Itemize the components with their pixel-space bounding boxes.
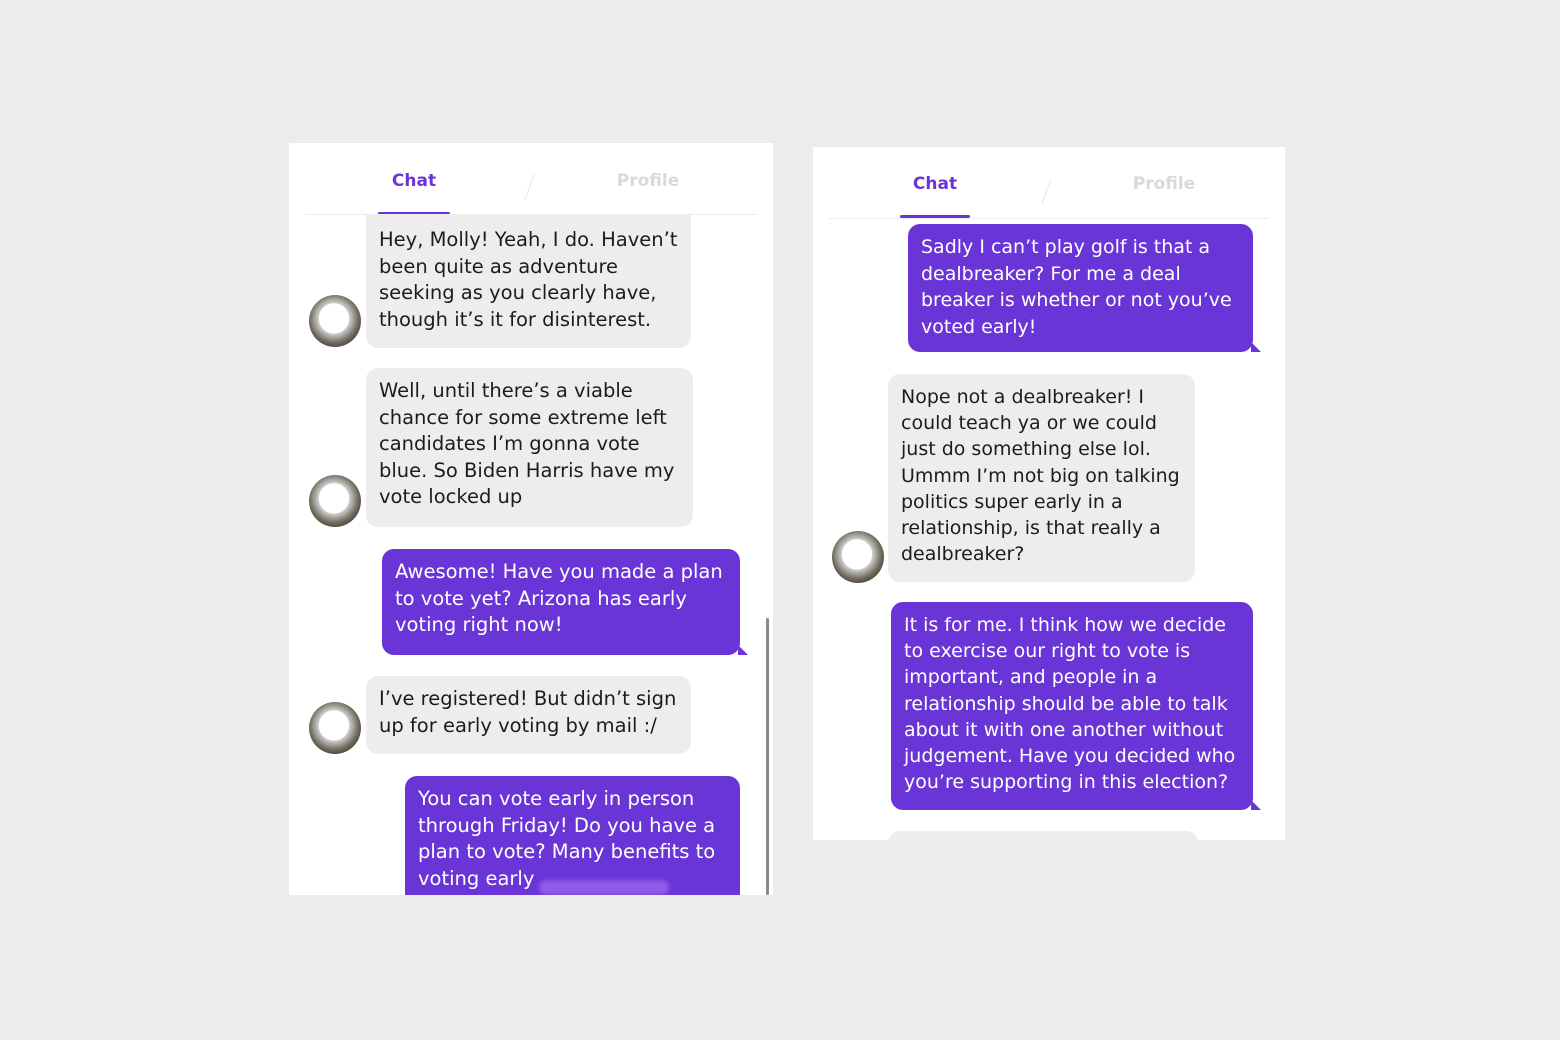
chat-panel-left: Chat Profile Hey, Molly! Yeah, I do. Hav… xyxy=(289,143,773,895)
message-bubble-incoming: Hey, Molly! Yeah, I do. Haven’t been qui… xyxy=(366,215,691,348)
match-avatar[interactable] xyxy=(309,475,361,527)
message-bubble-outgoing: Awesome! Have you made a plan to vote ye… xyxy=(382,549,748,655)
tab-chat[interactable]: Chat xyxy=(900,174,970,218)
scrollbar[interactable] xyxy=(766,618,769,895)
tab-bar: Chat Profile xyxy=(813,147,1285,219)
tab-divider xyxy=(829,218,1269,219)
message-bubble-outgoing: Sadly I can’t play golf is that a dealbr… xyxy=(908,224,1261,352)
chat-panel-right: Chat Profile Sadly I can’t play golf is … xyxy=(813,147,1285,840)
match-avatar[interactable] xyxy=(309,295,361,347)
tab-profile[interactable]: Profile xyxy=(1127,174,1201,218)
tab-profile[interactable]: Profile xyxy=(611,171,685,215)
tab-bar: Chat Profile xyxy=(289,143,773,215)
message-bubble-incoming: I’ve registered! But didn’t sign up for … xyxy=(366,676,691,754)
match-avatar[interactable] xyxy=(309,702,361,754)
message-bubble-incoming: Well, until there’s a viable chance for … xyxy=(366,368,693,527)
message-bubble-incoming-partial xyxy=(888,831,1198,840)
message-bubble-incoming: Nope not a dealbreaker! I could teach ya… xyxy=(888,374,1195,582)
tab-chat[interactable]: Chat xyxy=(378,171,450,215)
tab-separator xyxy=(524,173,535,201)
match-avatar[interactable] xyxy=(832,531,884,583)
tab-separator xyxy=(1041,177,1052,205)
message-bubble-outgoing: You can vote early in person through Fri… xyxy=(405,776,740,895)
message-bubble-outgoing: It is for me. I think how we decide to e… xyxy=(891,602,1261,810)
redaction-mark xyxy=(539,880,669,895)
